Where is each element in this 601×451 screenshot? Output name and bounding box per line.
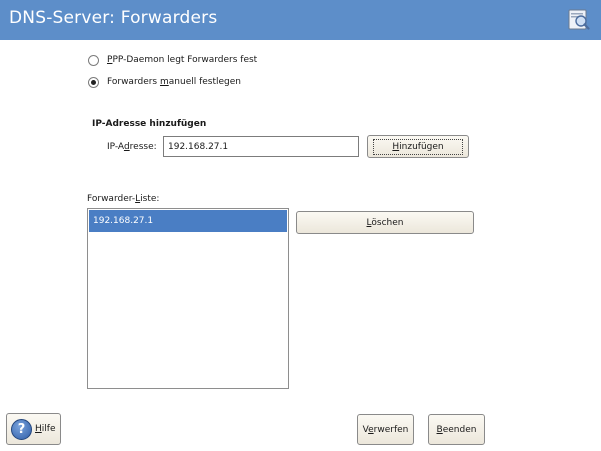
help-button[interactable]: ? Hilfe: [6, 413, 61, 445]
help-icon: ?: [11, 418, 32, 440]
ip-address-input[interactable]: [163, 136, 359, 157]
finish-button[interactable]: Beenden: [428, 414, 485, 445]
radio-manual[interactable]: Forwarders manuell festlegen: [88, 75, 241, 89]
radio-button[interactable]: [88, 54, 99, 66]
delete-button-label: Löschen: [366, 217, 404, 228]
radio-button-checked[interactable]: [88, 76, 99, 88]
window-header: DNS-Server: Forwarders: [0, 0, 601, 41]
ip-address-label: IP-Adresse:: [107, 142, 157, 152]
forwarder-list-label: Forwarder-Liste:: [87, 194, 160, 204]
dns-config-icon: [568, 9, 590, 30]
radio-label-manual: Forwarders manuell festlegen: [107, 77, 242, 87]
add-ip-heading: IP-Adresse hinzufügen: [92, 119, 207, 129]
finish-button-label: Beenden: [436, 424, 477, 435]
help-button-label: Hilfe: [35, 424, 56, 434]
list-item[interactable]: 192.168.27.1: [89, 210, 287, 232]
forwarder-list[interactable]: 192.168.27.1: [87, 208, 289, 389]
radio-ppp-daemon[interactable]: PPP-Daemon legt Forwarders fest: [88, 53, 257, 67]
page-title: DNS-Server: Forwarders: [9, 8, 218, 28]
add-button[interactable]: Hinzufügen: [367, 135, 469, 158]
delete-button[interactable]: Löschen: [296, 211, 474, 234]
radio-label-ppp: PPP-Daemon legt Forwarders fest: [107, 55, 258, 65]
discard-button[interactable]: Verwerfen: [357, 414, 414, 445]
add-button-label: Hinzufügen: [373, 138, 463, 155]
discard-button-label: Verwerfen: [362, 424, 409, 435]
